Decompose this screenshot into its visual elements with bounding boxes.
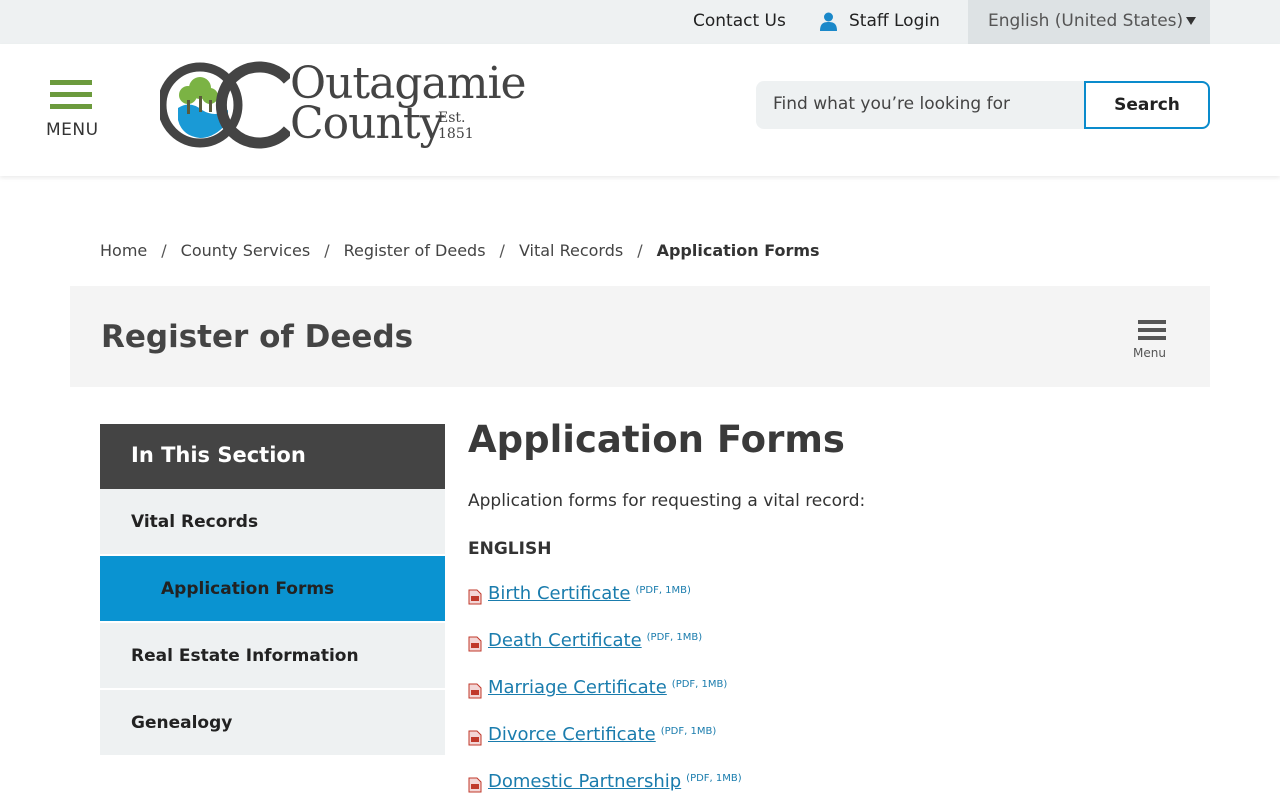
pdf-icon [468,683,482,699]
document-item: Death Certificate (PDF, 1MB) [468,630,742,677]
language-select[interactable]: English (United States) [968,0,1210,44]
pdf-icon [468,589,482,605]
logo-text-line2: County [290,98,444,149]
document-meta: (PDF, 1MB) [646,632,703,643]
breadcrumb-county-services[interactable]: County Services [181,241,311,260]
main-menu-button[interactable]: MENU [46,80,98,140]
document-item: Divorce Certificate (PDF, 1MB) [468,724,742,771]
language-value: English (United States) [988,11,1184,31]
document-link-divorce-certificate[interactable]: Divorce Certificate [488,724,656,745]
staff-login-link[interactable]: Staff Login [820,11,940,31]
document-link-domestic-partnership[interactable]: Domestic Partnership [488,771,681,792]
department-banner: Register of Deeds Menu [70,286,1210,387]
site-header: MENU Outagamie County Est. 1851 Find wha… [0,44,1280,176]
pdf-icon [468,777,482,793]
document-meta: (PDF, 1MB) [671,679,728,690]
hamburger-icon-bar [1138,328,1166,332]
document-link-death-certificate[interactable]: Death Certificate [488,630,642,651]
search-button[interactable]: Search [1084,81,1210,129]
document-item: Marriage Certificate (PDF, 1MB) [468,677,742,724]
section-nav-item-application-forms[interactable]: Application Forms [100,556,445,623]
section-nav-heading: In This Section [100,424,445,489]
section-nav-item-vital-records[interactable]: Vital Records [100,489,445,556]
document-item: Birth Certificate (PDF, 1MB) [468,583,742,630]
hamburger-icon-bar [50,104,92,109]
search-input[interactable]: Find what you’re looking for [756,81,1086,129]
breadcrumb-separator: / [324,241,330,260]
utility-bar: Contact Us Staff Login English (United S… [0,0,1280,44]
department-menu-button[interactable]: Menu [1132,319,1172,363]
language-subheading: ENGLISH [468,539,552,559]
caret-down-icon [1186,17,1196,25]
section-nav: In This Section Vital Records Applicatio… [100,424,445,757]
pdf-icon [468,730,482,746]
hamburger-icon-bar [1138,320,1166,324]
county-logo[interactable]: Outagamie County Est. 1851 [160,58,527,156]
breadcrumb-separator: / [499,241,505,260]
logo-emblem-icon [160,61,290,149]
staff-login-label: Staff Login [849,11,940,31]
document-item: Domestic Partnership (PDF, 1MB) [468,771,742,800]
department-title: Register of Deeds [101,319,414,355]
pdf-icon [468,636,482,652]
logo-established: Est. 1851 [438,110,474,142]
menu-label: MENU [46,120,99,140]
breadcrumb-separator: / [637,241,643,260]
hamburger-icon-bar [50,80,92,85]
document-link-birth-certificate[interactable]: Birth Certificate [488,583,630,604]
document-meta: (PDF, 1MB) [660,726,717,737]
breadcrumb-register-of-deeds[interactable]: Register of Deeds [344,241,486,260]
document-link-marriage-certificate[interactable]: Marriage Certificate [488,677,667,698]
page-intro: Application forms for requesting a vital… [468,491,866,511]
search-placeholder: Find what you’re looking for [773,94,1010,114]
main-content: Application Forms Application forms for … [468,418,1208,793]
section-nav-item-real-estate[interactable]: Real Estate Information [100,623,445,690]
page-title: Application Forms [468,418,845,461]
breadcrumb-current: Application Forms [656,241,820,260]
breadcrumb-vital-records[interactable]: Vital Records [519,241,623,260]
department-menu-label: Menu [1133,346,1166,360]
breadcrumb-separator: / [161,241,167,260]
user-icon [820,12,837,31]
section-nav-item-genealogy[interactable]: Genealogy [100,690,445,757]
document-meta: (PDF, 1MB) [635,585,691,596]
hamburger-icon-bar [1138,336,1166,340]
document-meta: (PDF, 1MB) [686,773,742,784]
document-list: Birth Certificate (PDF, 1MB) Death Certi… [468,583,742,800]
hamburger-icon-bar [50,92,92,97]
contact-us-link[interactable]: Contact Us [693,11,786,31]
breadcrumb: Home / County Services / Register of Dee… [100,241,820,260]
breadcrumb-home[interactable]: Home [100,241,147,260]
